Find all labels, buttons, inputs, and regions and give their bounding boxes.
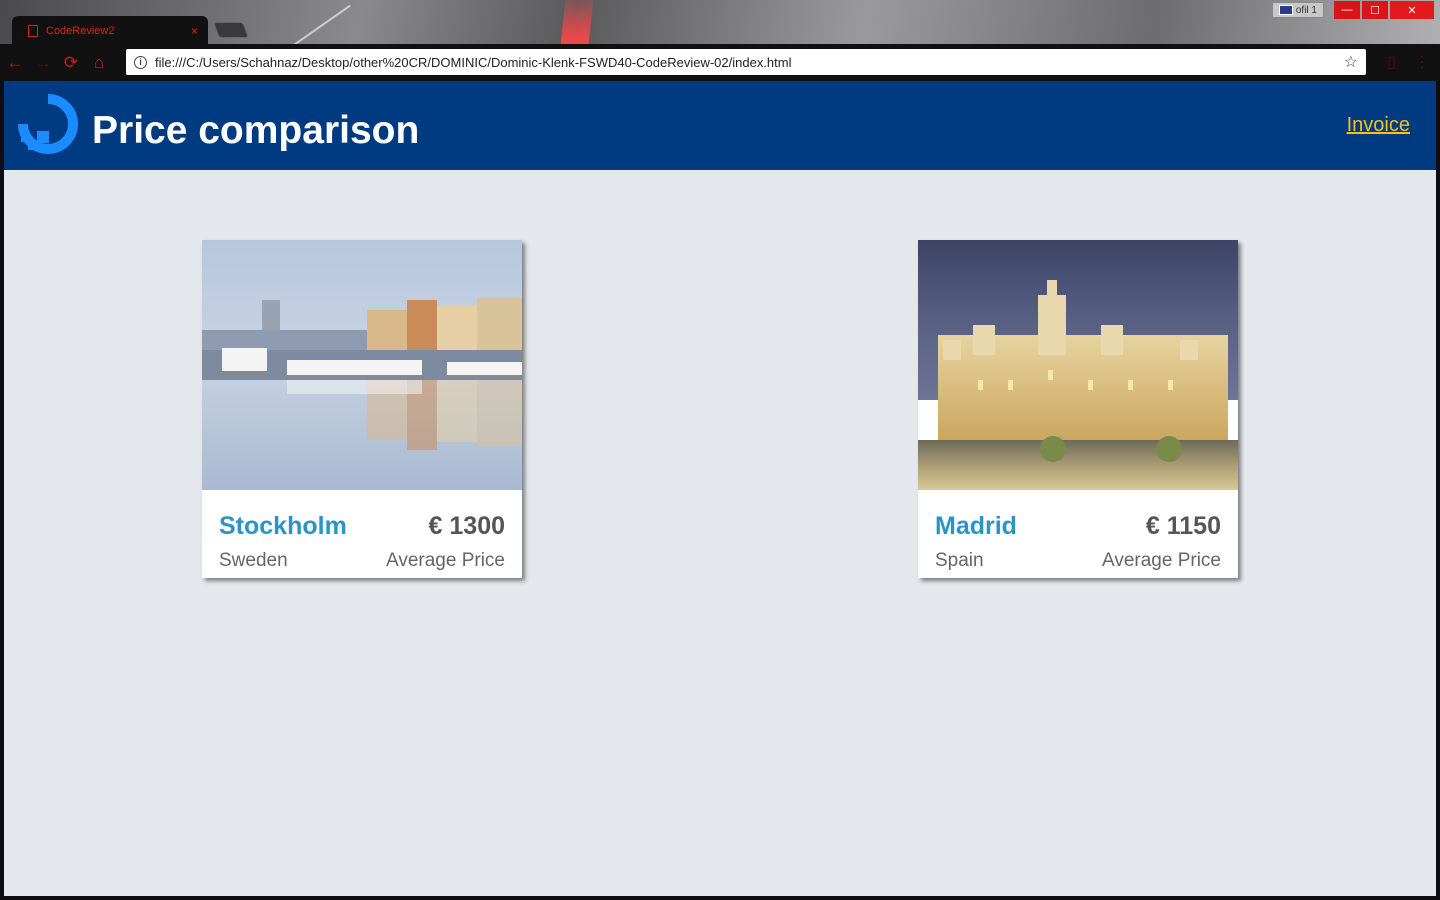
close-icon: ✕: [1407, 4, 1417, 17]
card-subtitle-row: Spain Average Price: [935, 550, 1221, 572]
browser-toolbar: ← → ⟳ ⌂ i file:///C:/Users/Schahnaz/Desk…: [0, 44, 1440, 81]
site-header: Price comparison Invoice: [4, 81, 1436, 170]
photo-window: [1048, 370, 1053, 380]
destination-card[interactable]: Stockholm € 1300 Sweden Average Price: [202, 240, 522, 578]
photo-boat: [287, 360, 422, 378]
toolbar-actions: ▯ ⋮: [1387, 52, 1430, 72]
address-bar[interactable]: i file:///C:/Users/Schahnaz/Desktop/othe…: [126, 49, 1366, 75]
close-window-button[interactable]: ✕: [1390, 1, 1434, 19]
photo-palace-tower: [943, 340, 961, 360]
background-decoration: [251, 4, 351, 44]
photo-window: [1088, 380, 1093, 390]
photo-window: [978, 380, 983, 390]
tab-close-icon[interactable]: ×: [191, 24, 198, 38]
city-name: Stockholm: [219, 512, 347, 540]
photo-palace-tower: [1101, 325, 1123, 355]
maximize-button[interactable]: ☐: [1362, 1, 1388, 19]
city-name: Madrid: [935, 512, 1017, 540]
site-info-icon[interactable]: i: [134, 55, 147, 69]
price-value: € 1150: [1145, 512, 1221, 540]
photo-palace-tower: [1038, 295, 1066, 355]
profile-label: ofil 1: [1295, 4, 1317, 16]
price-label: Average Price: [1102, 550, 1221, 571]
photo-boat: [447, 362, 522, 378]
card-subtitle-row: Sweden Average Price: [219, 550, 505, 572]
minimize-button[interactable]: —: [1334, 1, 1360, 19]
photo-window: [1008, 380, 1013, 390]
photo-palace-tower: [973, 325, 995, 355]
menu-icon[interactable]: ⋮: [1414, 52, 1430, 72]
back-arrow-icon: ←: [6, 52, 24, 72]
maximize-icon: ☐: [1370, 4, 1380, 17]
photo-boat: [222, 348, 267, 374]
page-viewport: Price comparison Invoice Stockholm € 130…: [4, 81, 1436, 896]
photo-palace-tower: [1180, 340, 1198, 360]
country-name: Spain: [935, 550, 984, 571]
reload-button[interactable]: ⟳: [58, 50, 84, 76]
destination-card[interactable]: Madrid € 1150 Spain Average Price: [918, 240, 1238, 578]
photo-plaza: [918, 440, 1238, 490]
price-label: Average Price: [386, 550, 505, 571]
photo-reflection: [477, 380, 522, 446]
tab-title: CodeReview2: [46, 25, 115, 37]
minimize-icon: —: [1341, 4, 1353, 16]
background-decoration: [553, 0, 595, 44]
country-name: Sweden: [219, 550, 288, 571]
photo-palace-spire: [1047, 280, 1057, 296]
photo-tree: [1156, 436, 1182, 462]
browser-title-bar: CodeReview2 × ofil 1 — ☐ ✕: [0, 0, 1440, 44]
new-tab-button[interactable]: [213, 22, 249, 38]
photo-reflection: [437, 380, 477, 442]
bookmark-star-icon[interactable]: ☆: [1344, 52, 1358, 72]
reload-icon: ⟳: [63, 52, 79, 72]
forward-arrow-icon: →: [34, 52, 52, 72]
profile-button[interactable]: ofil 1: [1271, 2, 1324, 18]
bookmark-icon[interactable]: ▯: [1387, 52, 1396, 72]
card-title-row: Madrid € 1150: [935, 512, 1221, 541]
photo-window: [1128, 380, 1133, 390]
profile-avatar-icon: [1278, 5, 1293, 15]
photo-reflection: [287, 380, 422, 394]
logo-icon: [18, 94, 78, 154]
browser-tab[interactable]: CodeReview2 ×: [12, 16, 208, 44]
back-button[interactable]: ←: [2, 50, 28, 76]
stockholm-photo: [202, 240, 522, 490]
home-button[interactable]: ⌂: [86, 50, 112, 76]
price-value: € 1300: [428, 512, 505, 540]
home-icon: ⌂: [93, 52, 105, 72]
window-controls: ofil 1 — ☐ ✕: [1271, 1, 1434, 19]
document-icon: [28, 25, 38, 37]
photo-tree: [1040, 436, 1066, 462]
card-title-row: Stockholm € 1300: [219, 512, 505, 541]
madrid-photo: [918, 240, 1238, 490]
page-title: Price comparison: [92, 109, 420, 152]
url-text[interactable]: file:///C:/Users/Schahnaz/Desktop/other%…: [155, 55, 1344, 70]
invoice-link[interactable]: Invoice: [1347, 114, 1410, 137]
forward-button[interactable]: →: [30, 50, 56, 76]
photo-window: [1168, 380, 1173, 390]
